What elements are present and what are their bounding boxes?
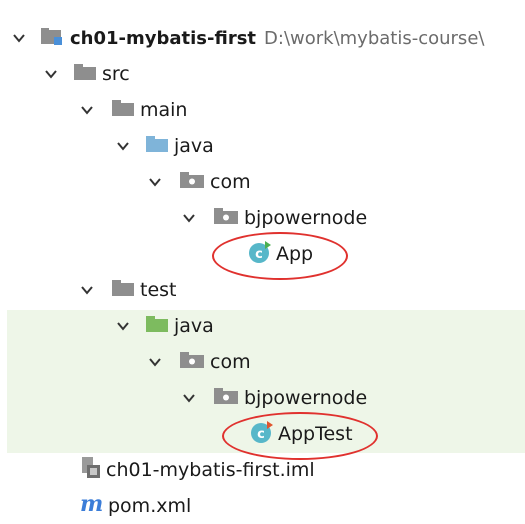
test-root-folder-icon: [146, 315, 168, 338]
package-folder-icon: [214, 207, 238, 230]
package-folder-icon: [180, 171, 204, 194]
tree-row-test[interactable]: test: [76, 272, 177, 308]
chevron-down-icon[interactable]: [76, 99, 98, 121]
chevron-down-icon[interactable]: [8, 27, 30, 49]
maven-file-icon: m: [80, 491, 104, 520]
app-highlight-circle: [212, 232, 348, 280]
tree-row-main[interactable]: main: [76, 92, 187, 128]
tree-label-main: main: [140, 99, 188, 121]
tree-label-pom: pom.xml: [108, 495, 192, 517]
package-folder-icon: [180, 351, 204, 374]
tree-row-main-com[interactable]: com: [144, 164, 251, 200]
chevron-down-icon[interactable]: [178, 387, 200, 409]
folder-icon: [74, 63, 96, 86]
chevron-down-icon[interactable]: [178, 207, 200, 229]
module-folder-icon: [40, 26, 64, 51]
tree-row-src[interactable]: src: [40, 56, 130, 92]
tree-label-test-com: com: [210, 351, 251, 373]
tree-label-src: src: [102, 63, 130, 85]
chevron-down-icon[interactable]: [112, 315, 134, 337]
tree-row-pom[interactable]: m pom.xml: [80, 488, 191, 524]
tree-row-iml[interactable]: ch01-mybatis-first.iml: [80, 452, 315, 488]
project-path: D:\work\mybatis-course\: [264, 27, 485, 49]
tree-label-iml: ch01-mybatis-first.iml: [106, 459, 315, 481]
tree-row-main-pkg[interactable]: bjpowernode: [178, 200, 367, 236]
tree-row-test-com[interactable]: com: [144, 344, 251, 380]
tree-label-main-com: com: [210, 171, 251, 193]
tree-label-test: test: [140, 279, 177, 301]
tree-label-test-java: java: [174, 315, 214, 337]
tree-row-project[interactable]: ch01-mybatis-first D:\work\mybatis-cours…: [8, 20, 484, 56]
project-name: ch01-mybatis-first: [70, 27, 257, 49]
chevron-down-icon[interactable]: [112, 135, 134, 157]
folder-icon: [112, 279, 134, 302]
package-folder-icon: [214, 387, 238, 410]
svg-text:m: m: [80, 493, 103, 515]
tree-row-test-java[interactable]: java: [112, 308, 214, 344]
tree-label-test-pkg: bjpowernode: [244, 387, 368, 409]
tree-label-main-java: java: [174, 135, 214, 157]
iml-file-icon: [80, 456, 102, 485]
chevron-down-icon[interactable]: [76, 279, 98, 301]
chevron-down-icon[interactable]: [144, 171, 166, 193]
tree-row-test-pkg[interactable]: bjpowernode: [178, 380, 367, 416]
tree-label-main-pkg: bjpowernode: [244, 207, 368, 229]
chevron-down-icon[interactable]: [40, 63, 62, 85]
tree-row-main-java[interactable]: java: [112, 128, 214, 164]
chevron-down-icon[interactable]: [144, 351, 166, 373]
folder-icon: [112, 99, 134, 122]
source-root-folder-icon: [146, 135, 168, 158]
